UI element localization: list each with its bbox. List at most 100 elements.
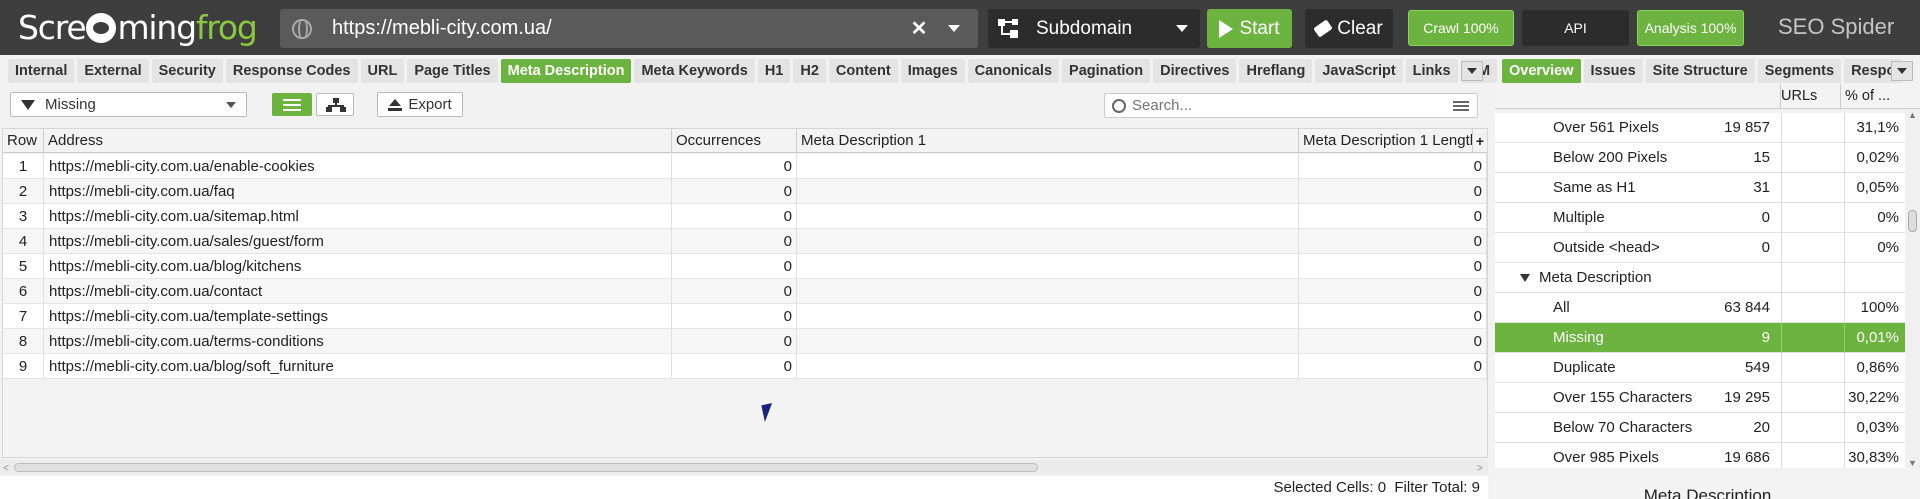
cell-occurrences[interactable]: 0: [672, 179, 797, 204]
table-row[interactable]: 5 https://mebli-city.com.ua/blog/kitchens…: [3, 254, 1487, 279]
cell-occurrences[interactable]: 0: [672, 229, 797, 254]
overview-item[interactable]: Duplicate 549 0,86%: [1495, 353, 1905, 383]
cell-meta-description-length[interactable]: 0: [1299, 204, 1487, 229]
tab-response-codes[interactable]: Response Codes: [225, 59, 358, 83]
table-row[interactable]: 2 https://mebli-city.com.ua/faq 0 0: [3, 179, 1487, 204]
api-button[interactable]: API: [1522, 10, 1629, 46]
cell-meta-description-length[interactable]: 0: [1299, 279, 1487, 304]
crawl-progress-badge[interactable]: Crawl 100%: [1408, 10, 1514, 46]
cell-address[interactable]: https://mebli-city.com.ua/faq: [44, 179, 672, 204]
table-row[interactable]: 8 https://mebli-city.com.ua/terms-conditi…: [3, 329, 1487, 354]
cell-row-number[interactable]: 1: [3, 154, 44, 179]
overview-item[interactable]: Below 70 Characters 20 0,03%: [1495, 413, 1905, 443]
cell-row-number[interactable]: 3: [3, 204, 44, 229]
col-header-address[interactable]: Address: [44, 129, 672, 153]
panel-divider[interactable]: [1488, 84, 1495, 499]
cell-meta-description-length[interactable]: 0: [1299, 329, 1487, 354]
cell-address[interactable]: https://mebli-city.com.ua/enable-cookies: [44, 154, 672, 179]
cell-meta-description[interactable]: [797, 254, 1299, 279]
cell-occurrences[interactable]: 0: [672, 204, 797, 229]
table-row[interactable]: 1 https://mebli-city.com.ua/enable-cookie…: [3, 154, 1487, 179]
cell-row-number[interactable]: 7: [3, 304, 44, 329]
cell-meta-description[interactable]: [797, 154, 1299, 179]
cell-occurrences[interactable]: 0: [672, 304, 797, 329]
cell-address[interactable]: https://mebli-city.com.ua/contact: [44, 279, 672, 304]
col-header-meta-description-length[interactable]: Meta Description 1 Length: [1299, 129, 1473, 153]
clear-button[interactable]: Clear: [1305, 9, 1393, 48]
cell-meta-description[interactable]: [797, 304, 1299, 329]
cell-meta-description[interactable]: [797, 204, 1299, 229]
overview-item[interactable]: Over 985 Pixels 19 686 30,83%: [1495, 443, 1905, 468]
overview-item[interactable]: Same as H1 31 0,05%: [1495, 173, 1905, 203]
tab-h1[interactable]: H1: [757, 59, 791, 83]
cell-occurrences[interactable]: 0: [672, 329, 797, 354]
scroll-left-icon[interactable]: <: [3, 463, 9, 474]
overview-item[interactable]: Multiple 0 0%: [1495, 203, 1905, 233]
expand-triangle-icon[interactable]: [1520, 274, 1530, 282]
tab-pagination[interactable]: Pagination: [1062, 59, 1151, 83]
overview-vertical-scrollbar[interactable]: ▲ ▼: [1905, 110, 1920, 468]
scroll-thumb[interactable]: [1908, 210, 1917, 232]
table-row[interactable]: 3 https://mebli-city.com.ua/sitemap.html 0…: [3, 204, 1487, 229]
tree-view-button[interactable]: [316, 93, 354, 116]
url-input-box[interactable]: https://mebli-city.com.ua/ ✕: [280, 9, 978, 48]
tab-javascript[interactable]: JavaScript: [1315, 59, 1403, 83]
url-history-dropdown-icon[interactable]: [948, 25, 960, 32]
cell-meta-description-length[interactable]: 0: [1299, 179, 1487, 204]
filter-select[interactable]: Missing: [10, 92, 247, 117]
right-tab-segments[interactable]: Segments: [1757, 59, 1842, 83]
tab-hreflang[interactable]: Hreflang: [1239, 59, 1313, 83]
right-tab-site-structure[interactable]: Site Structure: [1645, 59, 1755, 83]
tabs-overflow-button[interactable]: [1461, 61, 1483, 81]
horizontal-scrollbar[interactable]: < >: [0, 460, 1488, 474]
export-button[interactable]: Export: [377, 92, 463, 117]
table-row[interactable]: 6 https://mebli-city.com.ua/contact 0 0: [3, 279, 1487, 304]
cell-meta-description[interactable]: [797, 354, 1299, 379]
right-tab-overview[interactable]: Overview: [1502, 59, 1581, 83]
table-row[interactable]: 9 https://mebli-city.com.ua/blog/soft_fur…: [3, 354, 1487, 379]
tab-images[interactable]: Images: [900, 59, 965, 83]
crawl-mode-select[interactable]: Subdomain: [988, 9, 1200, 48]
table-row[interactable]: 7 https://mebli-city.com.ua/template-sett…: [3, 304, 1487, 329]
cell-occurrences[interactable]: 0: [672, 254, 797, 279]
cell-meta-description[interactable]: [797, 179, 1299, 204]
col-header-pct[interactable]: % of ...: [1845, 88, 1890, 104]
col-header-occurrences[interactable]: Occurrences: [672, 129, 797, 153]
right-tab-issues[interactable]: Issues: [1583, 59, 1643, 83]
search-options-icon[interactable]: [1453, 100, 1469, 112]
col-header-row[interactable]: Row: [3, 129, 44, 153]
cell-row-number[interactable]: 6: [3, 279, 44, 304]
tab-h2[interactable]: H2: [793, 59, 826, 83]
list-view-button[interactable]: [272, 93, 312, 116]
clear-url-icon[interactable]: ✕: [904, 16, 934, 41]
search-input[interactable]: [1132, 97, 1453, 114]
overview-section[interactable]: Meta Description: [1495, 263, 1905, 293]
cell-occurrences[interactable]: 0: [672, 279, 797, 304]
cell-meta-description-length[interactable]: 0: [1299, 229, 1487, 254]
tab-external[interactable]: External: [77, 59, 149, 83]
scroll-thumb[interactable]: [14, 463, 1038, 472]
tab-meta-keywords[interactable]: Meta Keywords: [634, 59, 755, 83]
scroll-down-icon[interactable]: ▼: [1908, 458, 1917, 468]
cell-row-number[interactable]: 8: [3, 329, 44, 354]
overview-item[interactable]: All 63 844 100%: [1495, 293, 1905, 323]
cell-address[interactable]: https://mebli-city.com.ua/template-setti…: [44, 304, 672, 329]
tab-content[interactable]: Content: [828, 59, 898, 83]
cell-address[interactable]: https://mebli-city.com.ua/terms-conditio…: [44, 329, 672, 354]
cell-meta-description-length[interactable]: 0: [1299, 354, 1487, 379]
tab-canonicals[interactable]: Canonicals: [967, 59, 1060, 83]
cell-occurrences[interactable]: 0: [672, 154, 797, 179]
tab-url[interactable]: URL: [360, 59, 405, 83]
col-header-meta-description[interactable]: Meta Description 1: [797, 129, 1299, 153]
scroll-up-icon[interactable]: ▲: [1908, 110, 1917, 120]
tab-internal[interactable]: Internal: [8, 59, 75, 83]
cell-occurrences[interactable]: 0: [672, 354, 797, 379]
cell-row-number[interactable]: 4: [3, 229, 44, 254]
overview-item[interactable]: Missing 9 0,01%: [1495, 323, 1905, 353]
overview-item[interactable]: Outside <head> 0 0%: [1495, 233, 1905, 263]
cell-meta-description[interactable]: [797, 279, 1299, 304]
cell-row-number[interactable]: 2: [3, 179, 44, 204]
overview-item[interactable]: Over 155 Characters 19 295 30,22%: [1495, 383, 1905, 413]
tab-directives[interactable]: Directives: [1153, 59, 1237, 83]
analysis-progress-badge[interactable]: Analysis 100%: [1637, 10, 1744, 46]
